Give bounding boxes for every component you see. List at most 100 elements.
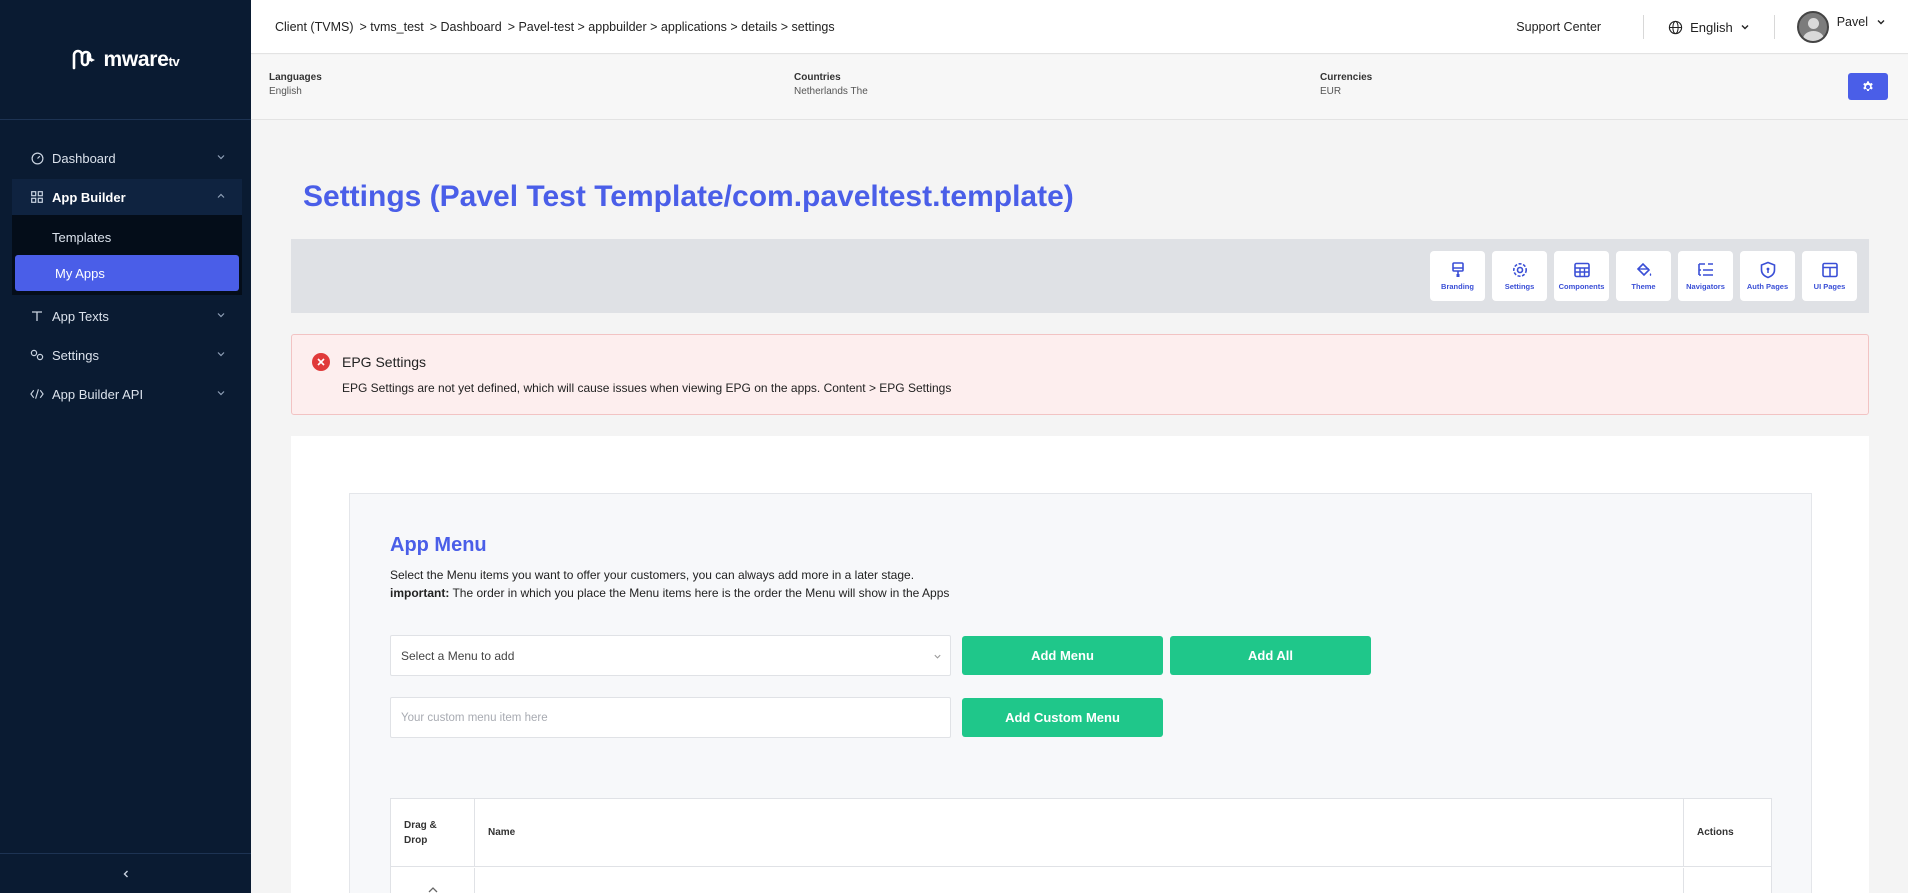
tool-components[interactable]: Components bbox=[1554, 251, 1609, 301]
countries-value: Netherlands The bbox=[794, 86, 868, 97]
languages-value: English bbox=[269, 86, 302, 97]
sidebar-item-app-texts[interactable]: App Texts bbox=[12, 298, 242, 334]
tool-settings[interactable]: Settings bbox=[1492, 251, 1547, 301]
breadcrumb-path[interactable]: > Pavel-test > appbuilder > applications… bbox=[508, 20, 835, 34]
sidebar-subitem-templates[interactable]: Templates bbox=[12, 219, 242, 255]
sidebar-item-label: App Builder bbox=[52, 189, 126, 205]
description-line-2-text: The order in which you place the Menu it… bbox=[449, 586, 950, 600]
column-header-name: Name bbox=[475, 799, 1684, 867]
app-menu-title: App Menu bbox=[390, 534, 487, 556]
chevron-down-icon bbox=[217, 391, 225, 396]
app-builder-submenu: Templates My Apps bbox=[12, 215, 242, 295]
menu-select[interactable]: Select a Menu to add bbox=[390, 635, 951, 676]
avatar bbox=[1796, 11, 1829, 43]
breadcrumb-tvms-test[interactable]: > tvms_test bbox=[359, 20, 423, 34]
support-center-link[interactable]: Support Center bbox=[1516, 20, 1643, 34]
page-title: Settings (Pavel Test Template/com.pavelt… bbox=[303, 180, 1074, 213]
breadcrumb: Client (TVMS) > tvms_test > Dashboard > … bbox=[275, 20, 835, 34]
content-card: App Menu Select the Menu items you want … bbox=[291, 436, 1869, 893]
chevron-down-icon bbox=[1877, 20, 1885, 25]
topbar-actions: Support Center English Pavel bbox=[1516, 0, 1908, 54]
grid-icon bbox=[1573, 262, 1590, 278]
chevron-down-icon bbox=[934, 654, 941, 659]
dashboard-icon bbox=[30, 151, 44, 165]
gear-icon bbox=[1863, 80, 1873, 91]
gear-icon bbox=[1512, 263, 1527, 277]
chevron-down-icon bbox=[217, 313, 225, 318]
countries-info: Countries Netherlands The bbox=[794, 72, 868, 97]
column-header-actions: Actions bbox=[1684, 799, 1772, 867]
sidebar-item-label: App Builder API bbox=[52, 386, 144, 402]
chevron-left-icon bbox=[123, 870, 128, 877]
sidebar: mwaretv Dashboard App Builder Templates … bbox=[0, 0, 251, 893]
currencies-label: Currencies bbox=[1320, 72, 1373, 83]
currencies-info: Currencies EUR bbox=[1320, 72, 1372, 97]
mwaretv-logo-icon bbox=[73, 49, 96, 69]
app-menu-panel: App Menu Select the Menu items you want … bbox=[349, 493, 1812, 893]
list-tree-icon bbox=[1697, 263, 1713, 276]
languages-label: Languages bbox=[269, 72, 322, 83]
breadcrumb-dashboard[interactable]: > Dashboard bbox=[430, 20, 502, 34]
drag-handle[interactable] bbox=[391, 868, 475, 893]
add-menu-button[interactable]: Add Menu bbox=[962, 636, 1163, 675]
menu-items-table: Drag & Drop Name Actions bbox=[390, 798, 1772, 893]
collapse-sidebar-button[interactable] bbox=[0, 853, 251, 893]
sidebar-item-app-builder-api[interactable]: App Builder API bbox=[12, 376, 242, 412]
menu-select-placeholder: Select a Menu to add bbox=[401, 648, 515, 663]
topbar: Client (TVMS) > tvms_test > Dashboard > … bbox=[251, 0, 1908, 54]
brush-icon bbox=[1451, 262, 1464, 277]
sidebar-item-app-builder[interactable]: App Builder bbox=[12, 179, 242, 215]
tool-theme[interactable]: Theme bbox=[1616, 251, 1671, 301]
chevron-up-icon bbox=[217, 193, 225, 198]
breadcrumb-client[interactable]: Client (TVMS) bbox=[275, 20, 353, 34]
alert-message: EPG Settings are not yet defined, which … bbox=[342, 381, 952, 395]
sidebar-item-dashboard[interactable]: Dashboard bbox=[12, 140, 242, 176]
language-selector[interactable]: English bbox=[1644, 20, 1774, 35]
layout-icon bbox=[1821, 262, 1838, 278]
sidebar-item-label: Dashboard bbox=[52, 150, 116, 166]
tool-label: Components bbox=[1558, 282, 1605, 291]
tool-label: Branding bbox=[1441, 282, 1474, 291]
drag-arrow-icon bbox=[428, 887, 437, 893]
logo[interactable]: mwaretv bbox=[0, 0, 251, 120]
tool-label: Settings bbox=[1504, 282, 1535, 291]
user-name: Pavel bbox=[1836, 15, 1868, 29]
chevron-down-icon bbox=[1741, 25, 1749, 30]
languages-info: Languages English bbox=[269, 72, 322, 97]
tool-branding[interactable]: Branding bbox=[1430, 251, 1485, 301]
grid-icon bbox=[30, 190, 44, 204]
builder-toolbar: Branding Settings Components Theme Navig… bbox=[291, 239, 1869, 313]
add-custom-menu-button[interactable]: Add Custom Menu bbox=[962, 698, 1163, 737]
client-settings-button[interactable] bbox=[1848, 73, 1888, 100]
sidebar-nav: Dashboard App Builder Templates My Apps … bbox=[12, 140, 242, 412]
builder-tools: Branding Settings Components Theme Navig… bbox=[1430, 251, 1857, 301]
tool-label: Navigators bbox=[1686, 282, 1725, 291]
tool-label: Auth Pages bbox=[1746, 282, 1789, 291]
table-row bbox=[475, 868, 1684, 893]
error-icon bbox=[312, 353, 330, 371]
app-menu-description: Select the Menu items you want to offer … bbox=[390, 566, 949, 602]
sidebar-item-label: Settings bbox=[52, 347, 99, 363]
tool-ui-pages[interactable]: UI Pages bbox=[1802, 251, 1857, 301]
tool-navigators[interactable]: Navigators bbox=[1678, 251, 1733, 301]
custom-menu-input[interactable] bbox=[390, 697, 951, 738]
client-info-bar: Languages English Countries Netherlands … bbox=[251, 55, 1908, 120]
countries-label: Countries bbox=[794, 72, 841, 83]
epg-settings-alert: EPG Settings EPG Settings are not yet de… bbox=[291, 334, 1869, 415]
tool-label: Theme bbox=[1631, 282, 1656, 291]
column-header-drag-drop: Drag & Drop bbox=[391, 799, 475, 867]
tool-label: UI Pages bbox=[1813, 282, 1846, 291]
add-all-button[interactable]: Add All bbox=[1170, 636, 1371, 675]
user-menu[interactable]: Pavel bbox=[1775, 11, 1908, 43]
globe-icon bbox=[1668, 20, 1683, 34]
logo-text: mwaretv bbox=[103, 47, 180, 71]
paint-bucket-icon bbox=[1636, 262, 1651, 277]
sidebar-item-settings[interactable]: Settings bbox=[12, 337, 242, 373]
shield-icon bbox=[1760, 261, 1775, 279]
description-line-1: Select the Menu items you want to offer … bbox=[390, 568, 915, 582]
language-label: English bbox=[1690, 19, 1733, 35]
tool-auth-pages[interactable]: Auth Pages bbox=[1740, 251, 1795, 301]
code-icon bbox=[30, 387, 44, 401]
sidebar-subitem-my-apps[interactable]: My Apps bbox=[15, 255, 239, 291]
currencies-value: EUR bbox=[1320, 86, 1342, 97]
